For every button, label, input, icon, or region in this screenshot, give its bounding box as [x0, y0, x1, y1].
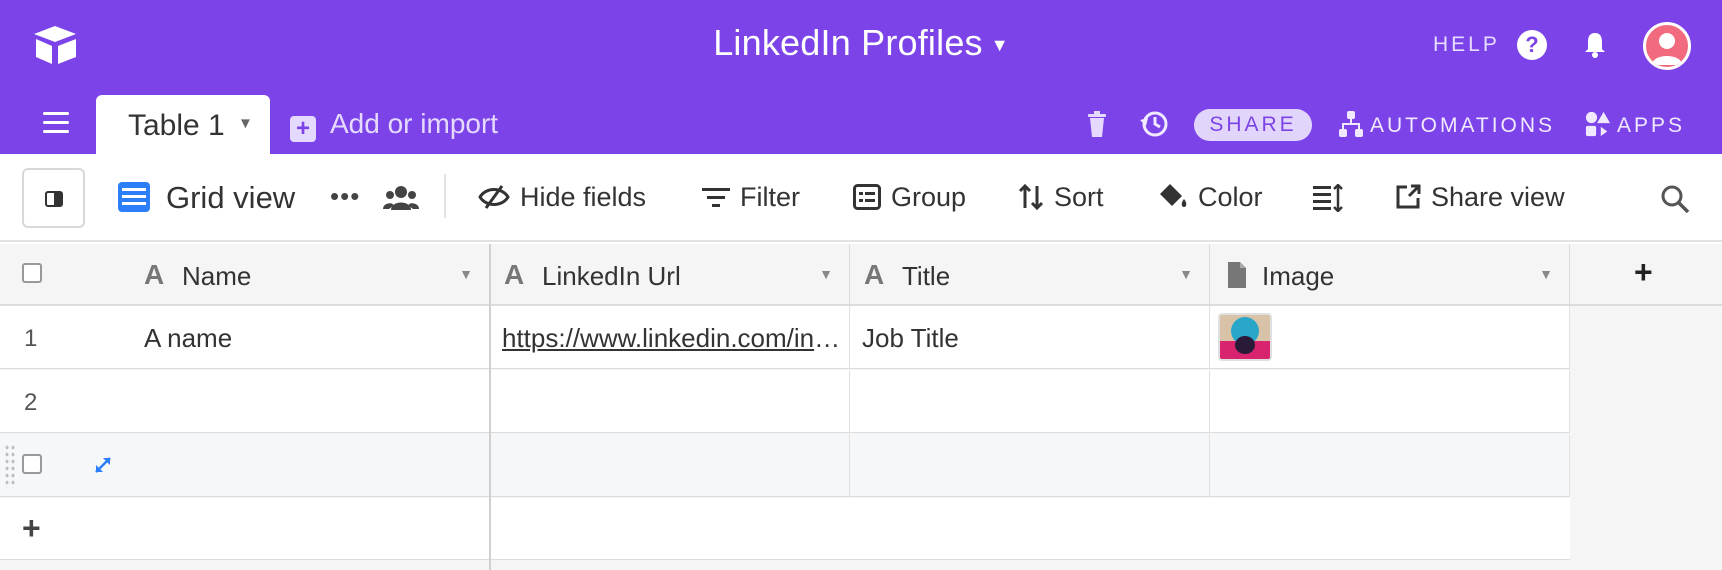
grid-view-icon — [118, 182, 150, 212]
automations-icon — [1339, 111, 1363, 137]
user-avatar[interactable] — [1643, 22, 1691, 70]
sidebar-icon — [45, 191, 63, 207]
tab-table-1[interactable]: Table 1 ▼ — [96, 95, 270, 155]
add-record-row[interactable]: + — [0, 498, 1570, 560]
group-label: Group — [891, 182, 967, 212]
apps-icon — [1585, 111, 1611, 137]
apps-button[interactable]: APPS — [1585, 110, 1685, 138]
row-height-icon[interactable] — [1313, 184, 1343, 212]
chevron-down-icon[interactable]: ▼ — [1539, 266, 1553, 282]
filter-icon — [702, 188, 730, 207]
cell-title[interactable] — [850, 434, 1210, 497]
text-field-icon: A — [864, 259, 885, 290]
column-header-name[interactable]: A Name ▼ — [130, 244, 489, 306]
sort-label: Sort — [1054, 182, 1104, 212]
share-button[interactable]: SHARE — [1194, 109, 1312, 141]
group-button[interactable]: Group — [853, 182, 966, 213]
chevron-down-icon[interactable]: ▼ — [819, 266, 833, 282]
toolbar-divider — [444, 174, 446, 218]
sort-button[interactable]: Sort — [1018, 182, 1104, 213]
view-name[interactable]: Grid view — [166, 180, 295, 216]
text-field-icon: A — [144, 259, 165, 290]
chevron-down-icon[interactable]: ▼ — [459, 266, 473, 282]
column-header-title[interactable]: A Title ▼ — [850, 244, 1210, 306]
hide-fields-button[interactable]: Hide fields — [478, 182, 646, 213]
chevron-down-icon[interactable]: ▼ — [1179, 266, 1193, 282]
bell-icon[interactable] — [1580, 30, 1610, 60]
plus-icon: + — [290, 116, 316, 142]
profile-photo-icon — [1220, 315, 1270, 359]
automations-button[interactable]: AUTOMATIONS — [1338, 110, 1555, 138]
filter-button[interactable]: Filter — [702, 182, 800, 213]
add-or-import-label: Add or import — [330, 108, 499, 139]
column-header-linkedin-url[interactable]: A LinkedIn Url ▼ — [490, 244, 850, 306]
row-number: 1 — [24, 325, 38, 352]
column-label: LinkedIn Url — [542, 261, 681, 291]
table-row[interactable]: 1 A name https://www.linkedin.com/in/...… — [0, 306, 1570, 369]
add-field-button[interactable]: + — [1570, 244, 1722, 306]
top-bar: LinkedIn Profiles ▼ HELP ? Table 1 ▼ + Add… — [0, 0, 1722, 155]
cell-image[interactable] — [1210, 306, 1570, 369]
paint-bucket-icon — [1160, 184, 1187, 207]
color-label: Color — [1198, 182, 1263, 212]
select-all-checkbox[interactable] — [22, 263, 42, 283]
column-header-image[interactable]: Image ▼ — [1210, 244, 1570, 306]
hamburger-menu-icon[interactable] — [43, 112, 69, 134]
user-icon — [1652, 33, 1682, 65]
cell-value-link[interactable]: https://www.linkedin.com/in/... — [502, 323, 842, 354]
more-options-icon[interactable]: ••• — [330, 181, 360, 212]
sort-icon — [1018, 184, 1044, 210]
text-field-icon: A — [504, 259, 525, 290]
help-link[interactable]: HELP — [1433, 33, 1500, 57]
share-view-icon — [1396, 184, 1421, 209]
history-icon[interactable] — [1138, 108, 1170, 140]
row-checkbox[interactable] — [22, 454, 42, 474]
share-view-label: Share view — [1431, 182, 1565, 212]
cell-linkedin-url[interactable] — [490, 370, 850, 433]
table-row[interactable]: 2 — [0, 370, 1570, 433]
table-row-hovered[interactable] — [0, 434, 1570, 497]
color-button[interactable]: Color — [1158, 182, 1263, 213]
apps-label: APPS — [1617, 114, 1686, 137]
group-icon — [853, 184, 881, 210]
cell-image[interactable] — [1210, 434, 1570, 497]
drag-handle-icon[interactable] — [4, 444, 16, 488]
plus-icon: + — [22, 510, 41, 546]
cell-linkedin-url[interactable] — [490, 434, 850, 497]
hide-fields-label: Hide fields — [520, 182, 647, 212]
search-icon[interactable] — [1660, 184, 1690, 214]
cell-value: Job Title — [862, 323, 959, 353]
cell-image[interactable] — [1210, 370, 1570, 433]
collaborators-icon[interactable] — [383, 184, 419, 212]
share-view-button[interactable]: Share view — [1395, 182, 1565, 213]
cell-value: A name — [144, 323, 233, 353]
view-toolbar: Grid view ••• Hide fields Filter Group S… — [0, 154, 1722, 242]
cell-title[interactable] — [850, 370, 1210, 433]
add-or-import-button[interactable]: + Add or import — [290, 108, 498, 142]
help-icon[interactable]: ? — [1517, 30, 1547, 60]
automations-label: AUTOMATIONS — [1370, 114, 1556, 137]
cell-title[interactable]: Job Title — [850, 306, 1210, 369]
filter-label: Filter — [740, 182, 800, 212]
expand-record-icon[interactable] — [92, 454, 114, 476]
plus-icon: + — [1634, 254, 1653, 290]
chevron-down-icon: ▼ — [990, 34, 1009, 55]
base-title-text: LinkedIn Profiles — [713, 22, 983, 63]
attachment-field-icon — [1228, 262, 1246, 288]
image-thumbnail[interactable] — [1218, 313, 1272, 361]
column-label: Name — [182, 261, 252, 291]
cell-linkedin-url[interactable]: https://www.linkedin.com/in/... — [490, 306, 850, 369]
data-grid: A Name ▼ A LinkedIn Url ▼ A Title ▼ Imag… — [0, 244, 1722, 570]
row-number: 2 — [24, 389, 38, 416]
cell-name[interactable]: A name — [132, 306, 490, 369]
chevron-down-icon[interactable]: ▼ — [238, 115, 253, 132]
eye-slash-icon — [478, 185, 510, 209]
column-header-row: A Name ▼ A LinkedIn Url ▼ A Title ▼ Imag… — [0, 244, 1570, 306]
trash-icon[interactable] — [1086, 110, 1108, 138]
column-label: Image — [1262, 261, 1335, 291]
tab-label: Table 1 — [128, 109, 225, 142]
sidebar-toggle-button[interactable] — [22, 168, 85, 228]
frozen-column-divider — [489, 244, 491, 570]
column-label: Title — [902, 261, 951, 291]
